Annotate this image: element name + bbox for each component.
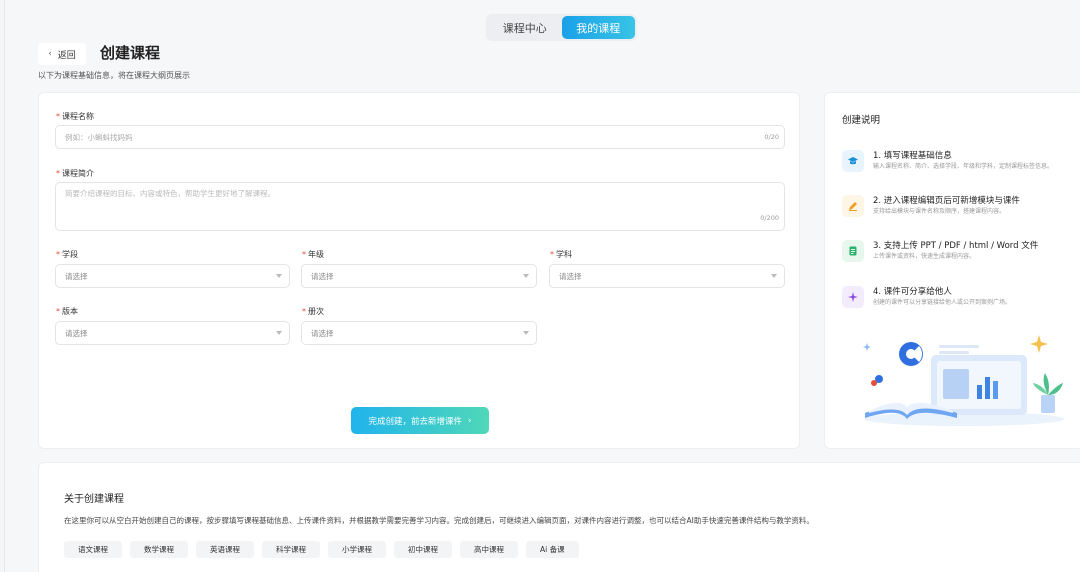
- stage-select[interactable]: 请选择: [55, 264, 290, 288]
- step-3-title: 3. 支持上传 PPT / PDF / html / Word 文件: [873, 241, 1039, 251]
- tag-math[interactable]: 数学课程: [130, 541, 188, 558]
- subject-label: * 学科: [550, 250, 572, 259]
- chevron-right-icon: ›: [468, 415, 472, 426]
- course-intro-label: * 课程简介: [56, 169, 94, 178]
- submit-label: 完成创建，前去新增课件: [368, 416, 463, 427]
- course-name-counter: 0/20: [764, 133, 779, 141]
- instructions-card: 创建说明 1. 填写课程基础信息 输入课程名称、简介、选择学段、年级和学科，定制…: [824, 92, 1080, 449]
- edition-label: * 版本: [56, 307, 78, 316]
- chevron-left-icon: ‹: [48, 49, 52, 59]
- chevron-down-icon: [276, 331, 282, 335]
- step-2-title: 2. 进入课程编辑页后可新增模块与课件: [873, 196, 1020, 206]
- course-name-label: * 课程名称: [56, 112, 94, 121]
- subject-select[interactable]: 请选择: [549, 264, 785, 288]
- subject-placeholder: 请选择: [559, 271, 582, 281]
- tab-my-courses[interactable]: 我的课程: [561, 16, 635, 39]
- instruction-step-2: 2. 进入课程编辑页后可新增模块与课件 支持给出模块与课件名称及顺序，搭建课程内…: [842, 195, 1080, 217]
- instructions-title: 创建说明: [842, 115, 881, 126]
- sparkle-icon: [842, 286, 864, 308]
- tag-ai-prep[interactable]: Ai 备课: [526, 541, 579, 558]
- tag-junior-high[interactable]: 初中课程: [394, 541, 452, 558]
- grade-placeholder: 请选择: [311, 271, 334, 281]
- course-tags: 语文课程 数学课程 英语课程 科学课程 小学课程 初中课程 高中课程 Ai 备课: [64, 541, 579, 558]
- course-name-input[interactable]: 例如：小蝌蚪找妈妈 0/20: [55, 125, 785, 149]
- tag-senior-high[interactable]: 高中课程: [460, 541, 518, 558]
- edition-select[interactable]: 请选择: [55, 321, 290, 345]
- chevron-down-icon: [523, 274, 529, 278]
- top-tabs: 课程中心 我的课程: [486, 14, 637, 41]
- chevron-down-icon: [771, 274, 777, 278]
- instruction-step-3: 3. 支持上传 PPT / PDF / html / Word 文件 上传课件或…: [842, 240, 1080, 262]
- tab-course-center[interactable]: 课程中心: [488, 16, 562, 39]
- tag-primary[interactable]: 小学课程: [328, 541, 386, 558]
- course-intro-counter: 0/200: [760, 214, 779, 222]
- submit-create-button[interactable]: 完成创建，前去新增课件 ›: [351, 407, 489, 434]
- step-1-title: 1. 填写课程基础信息: [873, 151, 952, 161]
- graduation-cap-icon: [842, 150, 864, 172]
- chevron-down-icon: [276, 274, 282, 278]
- about-description: 在这里你可以从空白开始创建自己的课程，按步骤填写课程基础信息、上传课件资料，并根…: [64, 516, 814, 525]
- stage-label: * 学段: [56, 250, 78, 259]
- page-subtitle: 以下为课程基础信息，将在课程大纲页展示: [38, 71, 190, 80]
- volume-label: * 册次: [302, 307, 324, 316]
- about-card: 关于创建课程 在这里你可以从空白开始创建自己的课程，按步骤填写课程基础信息、上传…: [38, 462, 1080, 572]
- grade-select[interactable]: 请选择: [301, 264, 537, 288]
- tag-chinese[interactable]: 语文课程: [64, 541, 122, 558]
- course-form-card: * 课程名称 例如：小蝌蚪找妈妈 0/20 * 课程简介 简要介绍课程的目标、内容或…: [38, 92, 800, 449]
- course-illustration: [863, 335, 1064, 426]
- step-3-desc: 上传课件或资料，快速生成课程内容。: [873, 253, 976, 260]
- volume-select[interactable]: 请选择: [301, 321, 537, 345]
- instruction-step-4: 4. 课件可分享给他人 创建的课件可以分享链接给他人或公开到案例广场。: [842, 286, 1080, 308]
- step-4-desc: 创建的课件可以分享链接给他人或公开到案例广场。: [873, 299, 1012, 306]
- pencil-icon: [842, 195, 864, 217]
- document-icon: [842, 240, 864, 262]
- chevron-down-icon: [523, 331, 529, 335]
- step-4-title: 4. 课件可分享给他人: [873, 287, 952, 297]
- instruction-step-1: 1. 填写课程基础信息 输入课程名称、简介、选择学段、年级和学科，定制课程标签信…: [842, 150, 1080, 172]
- tag-english[interactable]: 英语课程: [196, 541, 254, 558]
- step-2-desc: 支持给出模块与课件名称及顺序，搭建课程内容。: [873, 208, 1006, 215]
- about-title: 关于创建课程: [64, 494, 124, 505]
- back-label: 返回: [57, 50, 76, 61]
- page-title: 创建课程: [100, 44, 161, 62]
- tag-science[interactable]: 科学课程: [262, 541, 320, 558]
- edition-placeholder: 请选择: [65, 328, 88, 338]
- grade-label: * 年级: [302, 250, 324, 259]
- stage-placeholder: 请选择: [65, 271, 88, 281]
- course-intro-textarea[interactable]: 简要介绍课程的目标、内容或特色，帮助学生更好地了解课程。 0/200: [55, 182, 785, 231]
- volume-placeholder: 请选择: [311, 328, 334, 338]
- course-name-placeholder: 例如：小蝌蚪找妈妈: [65, 132, 133, 142]
- course-intro-placeholder: 简要介绍课程的目标、内容或特色，帮助学生更好地了解课程。: [65, 189, 275, 198]
- back-button[interactable]: ‹ 返回: [38, 43, 86, 65]
- step-1-desc: 输入课程名称、简介、选择学段、年级和学科，定制课程标签信息。: [873, 163, 1054, 170]
